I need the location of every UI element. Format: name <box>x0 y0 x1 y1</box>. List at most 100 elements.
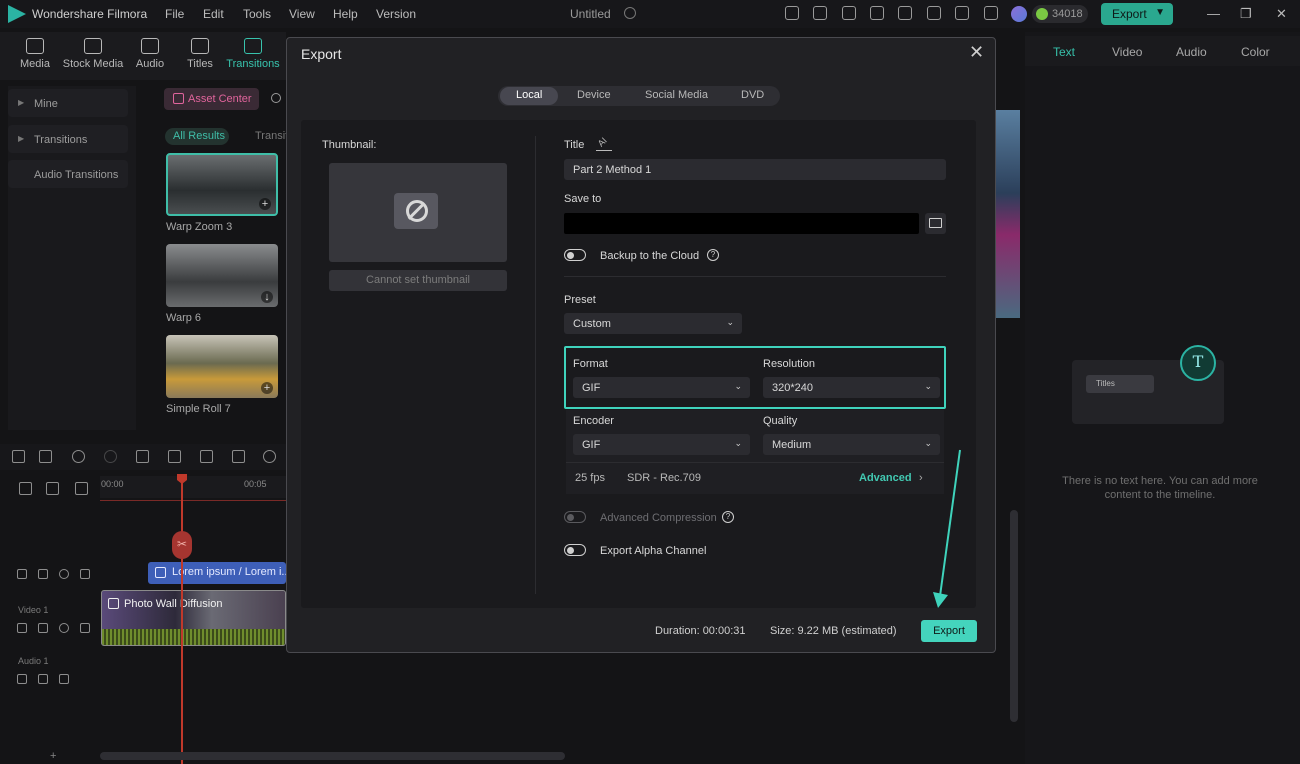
avatar[interactable] <box>1011 6 1027 22</box>
menu-tools[interactable]: Tools <box>243 7 271 21</box>
search-icon[interactable] <box>271 93 281 103</box>
track-manage-icon[interactable] <box>75 482 88 495</box>
cloud-icon[interactable] <box>927 6 941 20</box>
mute-icon[interactable] <box>59 674 69 684</box>
feedback-icon[interactable] <box>842 6 856 20</box>
tab-transitions[interactable]: Transitions <box>225 38 281 70</box>
menu-view[interactable]: View <box>289 7 315 21</box>
advanced-settings-link[interactable]: Advanced <box>859 472 912 484</box>
tab-media[interactable]: Media <box>7 38 63 70</box>
mute-icon[interactable] <box>80 569 90 579</box>
add-icon[interactable]: + <box>259 198 271 210</box>
transition-thumb-simple-roll-7[interactable]: + <box>166 335 278 398</box>
speaker-icon[interactable] <box>38 674 48 684</box>
lock-icon[interactable] <box>17 623 27 633</box>
title-input[interactable]: Part 2 Method 1 <box>564 159 946 180</box>
tab-stock-media[interactable]: Stock Media <box>62 38 124 70</box>
tab-device[interactable]: Device <box>577 89 611 101</box>
tab-social-media[interactable]: Social Media <box>645 89 708 101</box>
link-icon[interactable] <box>46 482 59 495</box>
timeline-scrollbar[interactable] <box>100 752 565 760</box>
transition-thumb-warp-6[interactable]: ↓ <box>166 244 278 307</box>
speaker-icon[interactable] <box>38 623 48 633</box>
set-thumbnail-button[interactable]: Cannot set thumbnail <box>329 270 507 291</box>
tab-titles-label: Titles <box>187 58 213 70</box>
media-tabs: Media Stock Media Audio Titles Transitio… <box>0 32 286 80</box>
close-icon[interactable]: ✕ <box>969 42 984 63</box>
tab-audio-props[interactable]: Audio <box>1176 45 1207 59</box>
menu-version[interactable]: Version <box>376 7 416 21</box>
layout-icon[interactable] <box>12 450 25 463</box>
download-icon[interactable]: ↓ <box>261 291 273 303</box>
close-window-icon[interactable]: ✕ <box>1276 6 1287 22</box>
preset-value: Custom <box>573 318 611 330</box>
text-icon[interactable] <box>200 450 213 463</box>
undo-icon[interactable] <box>72 450 85 463</box>
delete-icon[interactable] <box>136 450 149 463</box>
redo-icon[interactable] <box>104 450 117 463</box>
side-item-audio-transitions[interactable]: Audio Transitions <box>8 160 128 188</box>
export-button[interactable]: Export <box>921 620 977 642</box>
save-path-input[interactable] <box>564 213 919 234</box>
lock-icon[interactable] <box>17 674 27 684</box>
side-item-mine[interactable]: ▶ Mine <box>8 89 128 117</box>
select-icon[interactable] <box>39 450 52 463</box>
playhead[interactable] <box>181 476 183 764</box>
help-icon[interactable]: ? <box>707 249 719 261</box>
top-export-button[interactable]: Export ▼ <box>1101 3 1173 25</box>
side-item-transitions[interactable]: ▶ Transitions <box>8 125 128 153</box>
add-track-icon[interactable]: + <box>50 750 56 762</box>
ai-edit-icon[interactable]: AI <box>596 135 612 151</box>
eye-icon[interactable] <box>59 623 69 633</box>
fps-value: 25 fps <box>575 472 605 484</box>
color-icon[interactable] <box>263 450 276 463</box>
mute-icon[interactable] <box>80 623 90 633</box>
preset-select[interactable]: Custom ⌄ <box>564 313 742 334</box>
menu-edit[interactable]: Edit <box>203 7 224 21</box>
tab-video[interactable]: Video <box>1112 45 1142 59</box>
send-icon[interactable] <box>813 6 827 20</box>
menu-help[interactable]: Help <box>333 7 358 21</box>
add-icon[interactable]: + <box>261 382 273 394</box>
filter-all-results[interactable]: All Results <box>165 128 229 145</box>
advanced-compression-toggle[interactable] <box>564 511 586 523</box>
music-icon <box>141 38 159 54</box>
apps-grid-icon[interactable] <box>984 6 998 20</box>
eye-icon[interactable] <box>59 569 69 579</box>
magnet-icon[interactable] <box>19 482 32 495</box>
help-icon[interactable]: ? <box>722 511 734 523</box>
format-select[interactable]: GIF ⌄ <box>573 377 750 398</box>
backup-cloud-toggle[interactable] <box>564 249 586 261</box>
gift-icon[interactable] <box>785 6 799 20</box>
split-button[interactable]: ✂ <box>172 531 192 559</box>
save-icon[interactable] <box>898 6 912 20</box>
tab-text[interactable]: Text <box>1053 45 1075 59</box>
resolution-select[interactable]: 320*240 ⌄ <box>763 377 940 398</box>
asset-center-button[interactable]: Asset Center <box>164 88 259 110</box>
menu-file[interactable]: File <box>165 7 184 21</box>
transition-thumb-warp-zoom-3[interactable]: + <box>166 153 278 216</box>
tab-audio[interactable]: Audio <box>122 38 178 70</box>
crop-icon[interactable] <box>232 450 245 463</box>
minimize-icon[interactable]: — <box>1207 6 1220 21</box>
quality-select[interactable]: Medium ⌄ <box>763 434 940 455</box>
vertical-scrollbar[interactable] <box>1010 510 1018 722</box>
lock-icon[interactable] <box>17 569 27 579</box>
tab-titles[interactable]: Titles <box>172 38 228 70</box>
restore-icon[interactable]: ❐ <box>1240 6 1252 22</box>
tab-color[interactable]: Color <box>1241 45 1270 59</box>
folder-icon <box>929 218 942 228</box>
scissors-icon[interactable] <box>168 450 181 463</box>
chevron-right-icon[interactable]: › <box>919 472 923 484</box>
credits-badge[interactable]: 34018 <box>1032 5 1088 23</box>
headset-icon[interactable] <box>955 6 969 20</box>
encoder-select[interactable]: GIF ⌄ <box>573 434 750 455</box>
speaker-icon[interactable] <box>38 569 48 579</box>
browse-folder-button[interactable] <box>925 213 946 234</box>
export-alpha-toggle[interactable] <box>564 544 586 556</box>
video-clip[interactable]: Photo Wall Diffusion <box>101 590 286 646</box>
tab-local[interactable]: Local <box>516 89 542 101</box>
tab-dvd[interactable]: DVD <box>741 89 764 101</box>
title-clip[interactable]: Lorem ipsum / Lorem i... <box>148 562 286 584</box>
screen-icon[interactable] <box>870 6 884 20</box>
